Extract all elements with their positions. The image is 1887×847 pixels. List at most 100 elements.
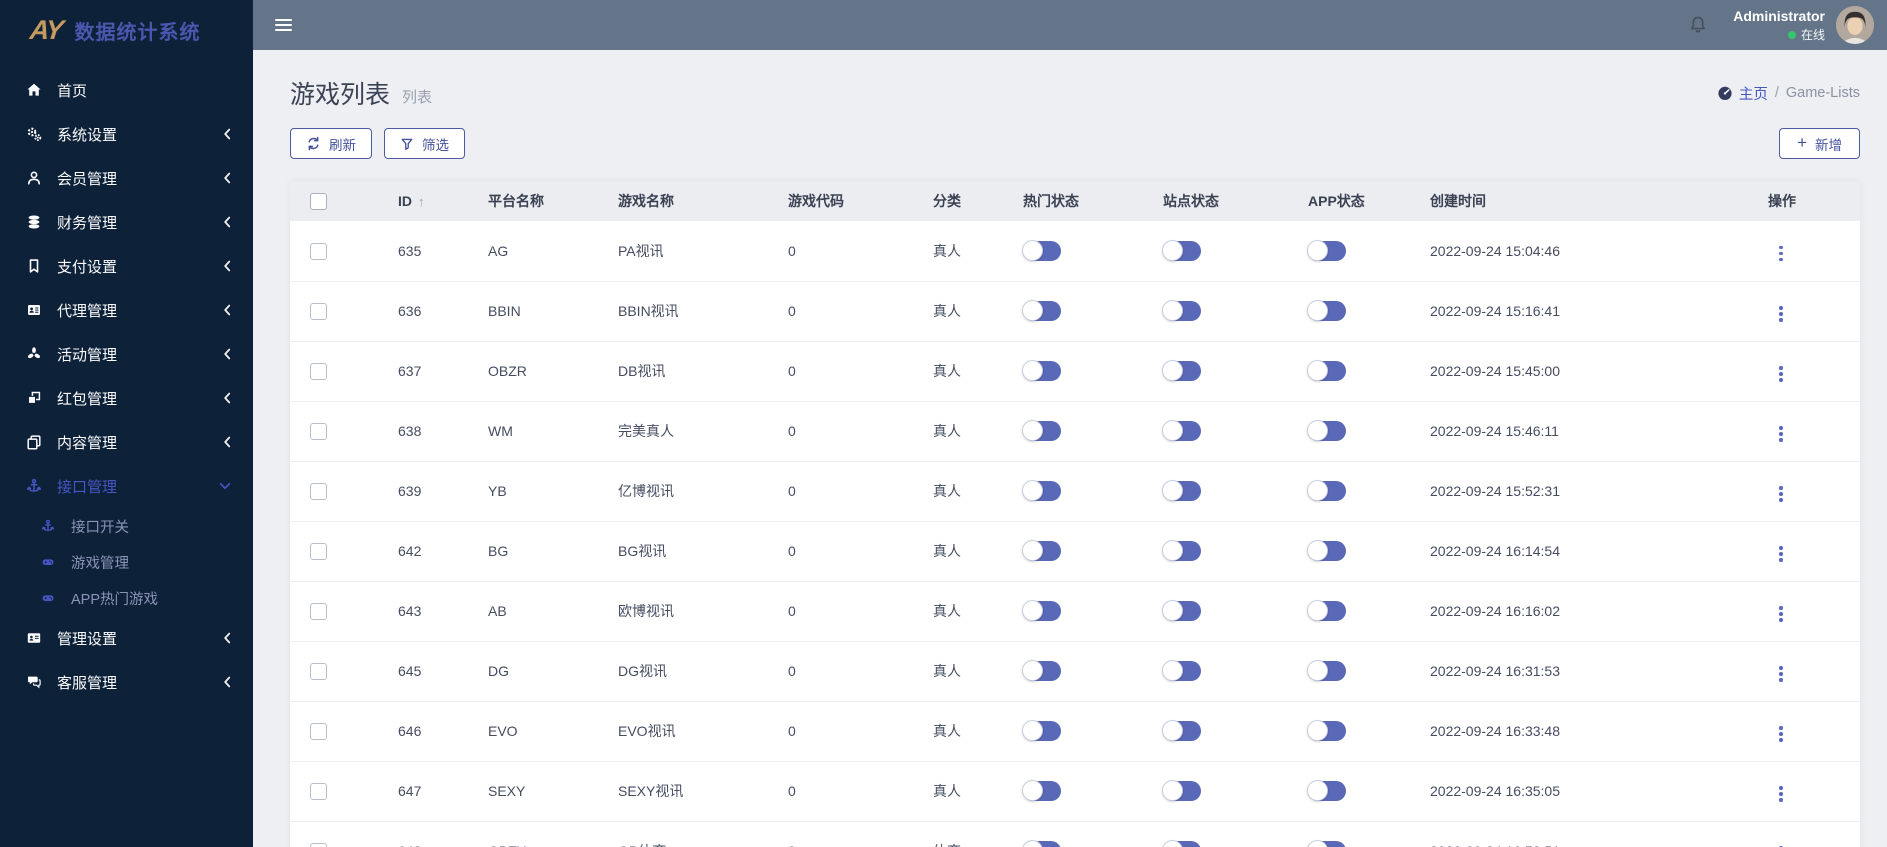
- sidebar-item-activity-management[interactable]: 活动管理: [0, 332, 253, 376]
- row-checkbox[interactable]: [310, 842, 327, 847]
- sidebar-item-admin-settings[interactable]: 管理设置: [0, 616, 253, 660]
- hot-toggle[interactable]: [1022, 540, 1061, 561]
- row-checkbox[interactable]: [310, 422, 327, 440]
- app-toggle[interactable]: [1307, 600, 1346, 621]
- site-toggle[interactable]: [1162, 540, 1201, 561]
- menu-toggle-button[interactable]: [273, 12, 294, 38]
- sidebar-item-support-management[interactable]: 客服管理: [0, 660, 253, 704]
- sidebar-item-app-hot-games[interactable]: APP热门游戏: [0, 580, 253, 616]
- row-actions-button[interactable]: [1772, 242, 1790, 266]
- notifications-bell-icon[interactable]: [1688, 15, 1708, 35]
- site-toggle[interactable]: [1162, 840, 1201, 847]
- row-actions-button[interactable]: [1772, 842, 1790, 847]
- hot-toggle[interactable]: [1022, 600, 1061, 621]
- filter-button[interactable]: 筛选: [384, 128, 465, 159]
- row-actions-button[interactable]: [1772, 662, 1790, 686]
- row-actions-button[interactable]: [1772, 362, 1790, 386]
- avatar[interactable]: [1836, 6, 1874, 44]
- chevron-left-icon: [223, 172, 231, 184]
- toggle-knob: [1162, 300, 1183, 321]
- app-toggle[interactable]: [1307, 360, 1346, 381]
- dashboard-icon: [1717, 85, 1733, 101]
- hot-toggle[interactable]: [1022, 660, 1061, 681]
- row-checkbox[interactable]: [310, 722, 327, 740]
- site-toggle[interactable]: [1162, 780, 1201, 801]
- app-toggle[interactable]: [1307, 480, 1346, 501]
- site-toggle[interactable]: [1162, 600, 1201, 621]
- column-header-actions: 操作: [1750, 181, 1860, 221]
- breadcrumb-home-link[interactable]: 主页: [1717, 83, 1768, 104]
- row-checkbox[interactable]: [310, 482, 327, 500]
- sidebar-item-redpacket-management[interactable]: 红包管理: [0, 376, 253, 420]
- hot-toggle[interactable]: [1022, 840, 1061, 847]
- cell-platform: OBTY: [470, 821, 600, 847]
- sidebar-item-system-settings[interactable]: 系统设置: [0, 112, 253, 156]
- hot-toggle[interactable]: [1022, 300, 1061, 321]
- cell-code: 0: [788, 423, 796, 439]
- cell-site: [1145, 761, 1290, 821]
- app-logo[interactable]: AY 数据统计系统: [0, 0, 253, 60]
- sidebar-item-label: 红包管理: [57, 390, 118, 408]
- sidebar-item-home[interactable]: 首页: [0, 68, 253, 112]
- column-header-id[interactable]: ID ↑: [380, 181, 470, 221]
- table-row: 642 BG BG视讯 0 真人 2022-09-24 16:14:54: [290, 521, 1860, 581]
- hot-toggle[interactable]: [1022, 239, 1061, 261]
- add-button[interactable]: + 新增: [1779, 128, 1860, 159]
- user-menu[interactable]: Administrator 在线: [1733, 7, 1825, 43]
- row-actions-button[interactable]: [1772, 542, 1790, 566]
- toggle-knob: [1162, 239, 1183, 261]
- row-checkbox[interactable]: [310, 362, 327, 380]
- row-actions-button[interactable]: [1772, 602, 1790, 626]
- sidebar-item-payment-settings[interactable]: 支付设置: [0, 244, 253, 288]
- row-checkbox[interactable]: [310, 242, 327, 260]
- site-toggle[interactable]: [1162, 239, 1201, 261]
- row-checkbox[interactable]: [310, 542, 327, 560]
- app-toggle[interactable]: [1307, 720, 1346, 741]
- app-toggle[interactable]: [1307, 420, 1346, 441]
- cell-created: 2022-09-24 15:04:46: [1430, 242, 1560, 259]
- sidebar-item-interface-management[interactable]: 接口管理: [0, 464, 253, 508]
- cell-site: [1145, 401, 1290, 461]
- site-toggle[interactable]: [1162, 660, 1201, 681]
- sidebar-item-label: 活动管理: [57, 346, 118, 364]
- sidebar-item-label: 代理管理: [57, 302, 118, 320]
- site-toggle[interactable]: [1162, 720, 1201, 741]
- row-actions-button[interactable]: [1772, 782, 1790, 806]
- row-actions-button[interactable]: [1772, 422, 1790, 446]
- sidebar-item-finance-management[interactable]: 财务管理: [0, 200, 253, 244]
- app-toggle[interactable]: [1307, 239, 1346, 261]
- refresh-button[interactable]: 刷新: [290, 128, 372, 159]
- select-all-checkbox[interactable]: [310, 192, 327, 210]
- cubes-icon: [24, 390, 43, 407]
- app-toggle[interactable]: [1307, 300, 1346, 321]
- hot-toggle[interactable]: [1022, 420, 1061, 441]
- row-checkbox[interactable]: [310, 782, 327, 800]
- hot-toggle[interactable]: [1022, 720, 1061, 741]
- site-toggle[interactable]: [1162, 420, 1201, 441]
- sidebar-item-member-management[interactable]: 会员管理: [0, 156, 253, 200]
- sidebar-item-game-management[interactable]: 游戏管理: [0, 544, 253, 580]
- sidebar-item-agent-management[interactable]: 代理管理: [0, 288, 253, 332]
- app-toggle[interactable]: [1307, 540, 1346, 561]
- row-checkbox[interactable]: [310, 602, 327, 620]
- row-actions-button[interactable]: [1772, 482, 1790, 506]
- hot-toggle[interactable]: [1022, 780, 1061, 801]
- row-actions-button[interactable]: [1772, 302, 1790, 326]
- sidebar-item-content-management[interactable]: 内容管理: [0, 420, 253, 464]
- row-actions-button[interactable]: [1772, 722, 1790, 746]
- sidebar-nav: 首页 系统设置 会员管理 财务管理 支付设置代理管理活动管理红包管理内容管理 接口管理 接口…: [0, 60, 253, 704]
- app-toggle[interactable]: [1307, 840, 1346, 847]
- hot-toggle[interactable]: [1022, 360, 1061, 381]
- site-toggle[interactable]: [1162, 360, 1201, 381]
- cell-site: [1145, 701, 1290, 761]
- app-toggle[interactable]: [1307, 660, 1346, 681]
- row-checkbox[interactable]: [310, 662, 327, 680]
- sidebar-item-interface-switch[interactable]: 接口开关: [0, 508, 253, 544]
- site-toggle[interactable]: [1162, 300, 1201, 321]
- site-toggle[interactable]: [1162, 480, 1201, 501]
- row-checkbox[interactable]: [310, 302, 327, 320]
- column-header-label: 站点状态: [1163, 193, 1219, 209]
- cell-category: 真人: [933, 603, 961, 619]
- hot-toggle[interactable]: [1022, 480, 1061, 501]
- app-toggle[interactable]: [1307, 780, 1346, 801]
